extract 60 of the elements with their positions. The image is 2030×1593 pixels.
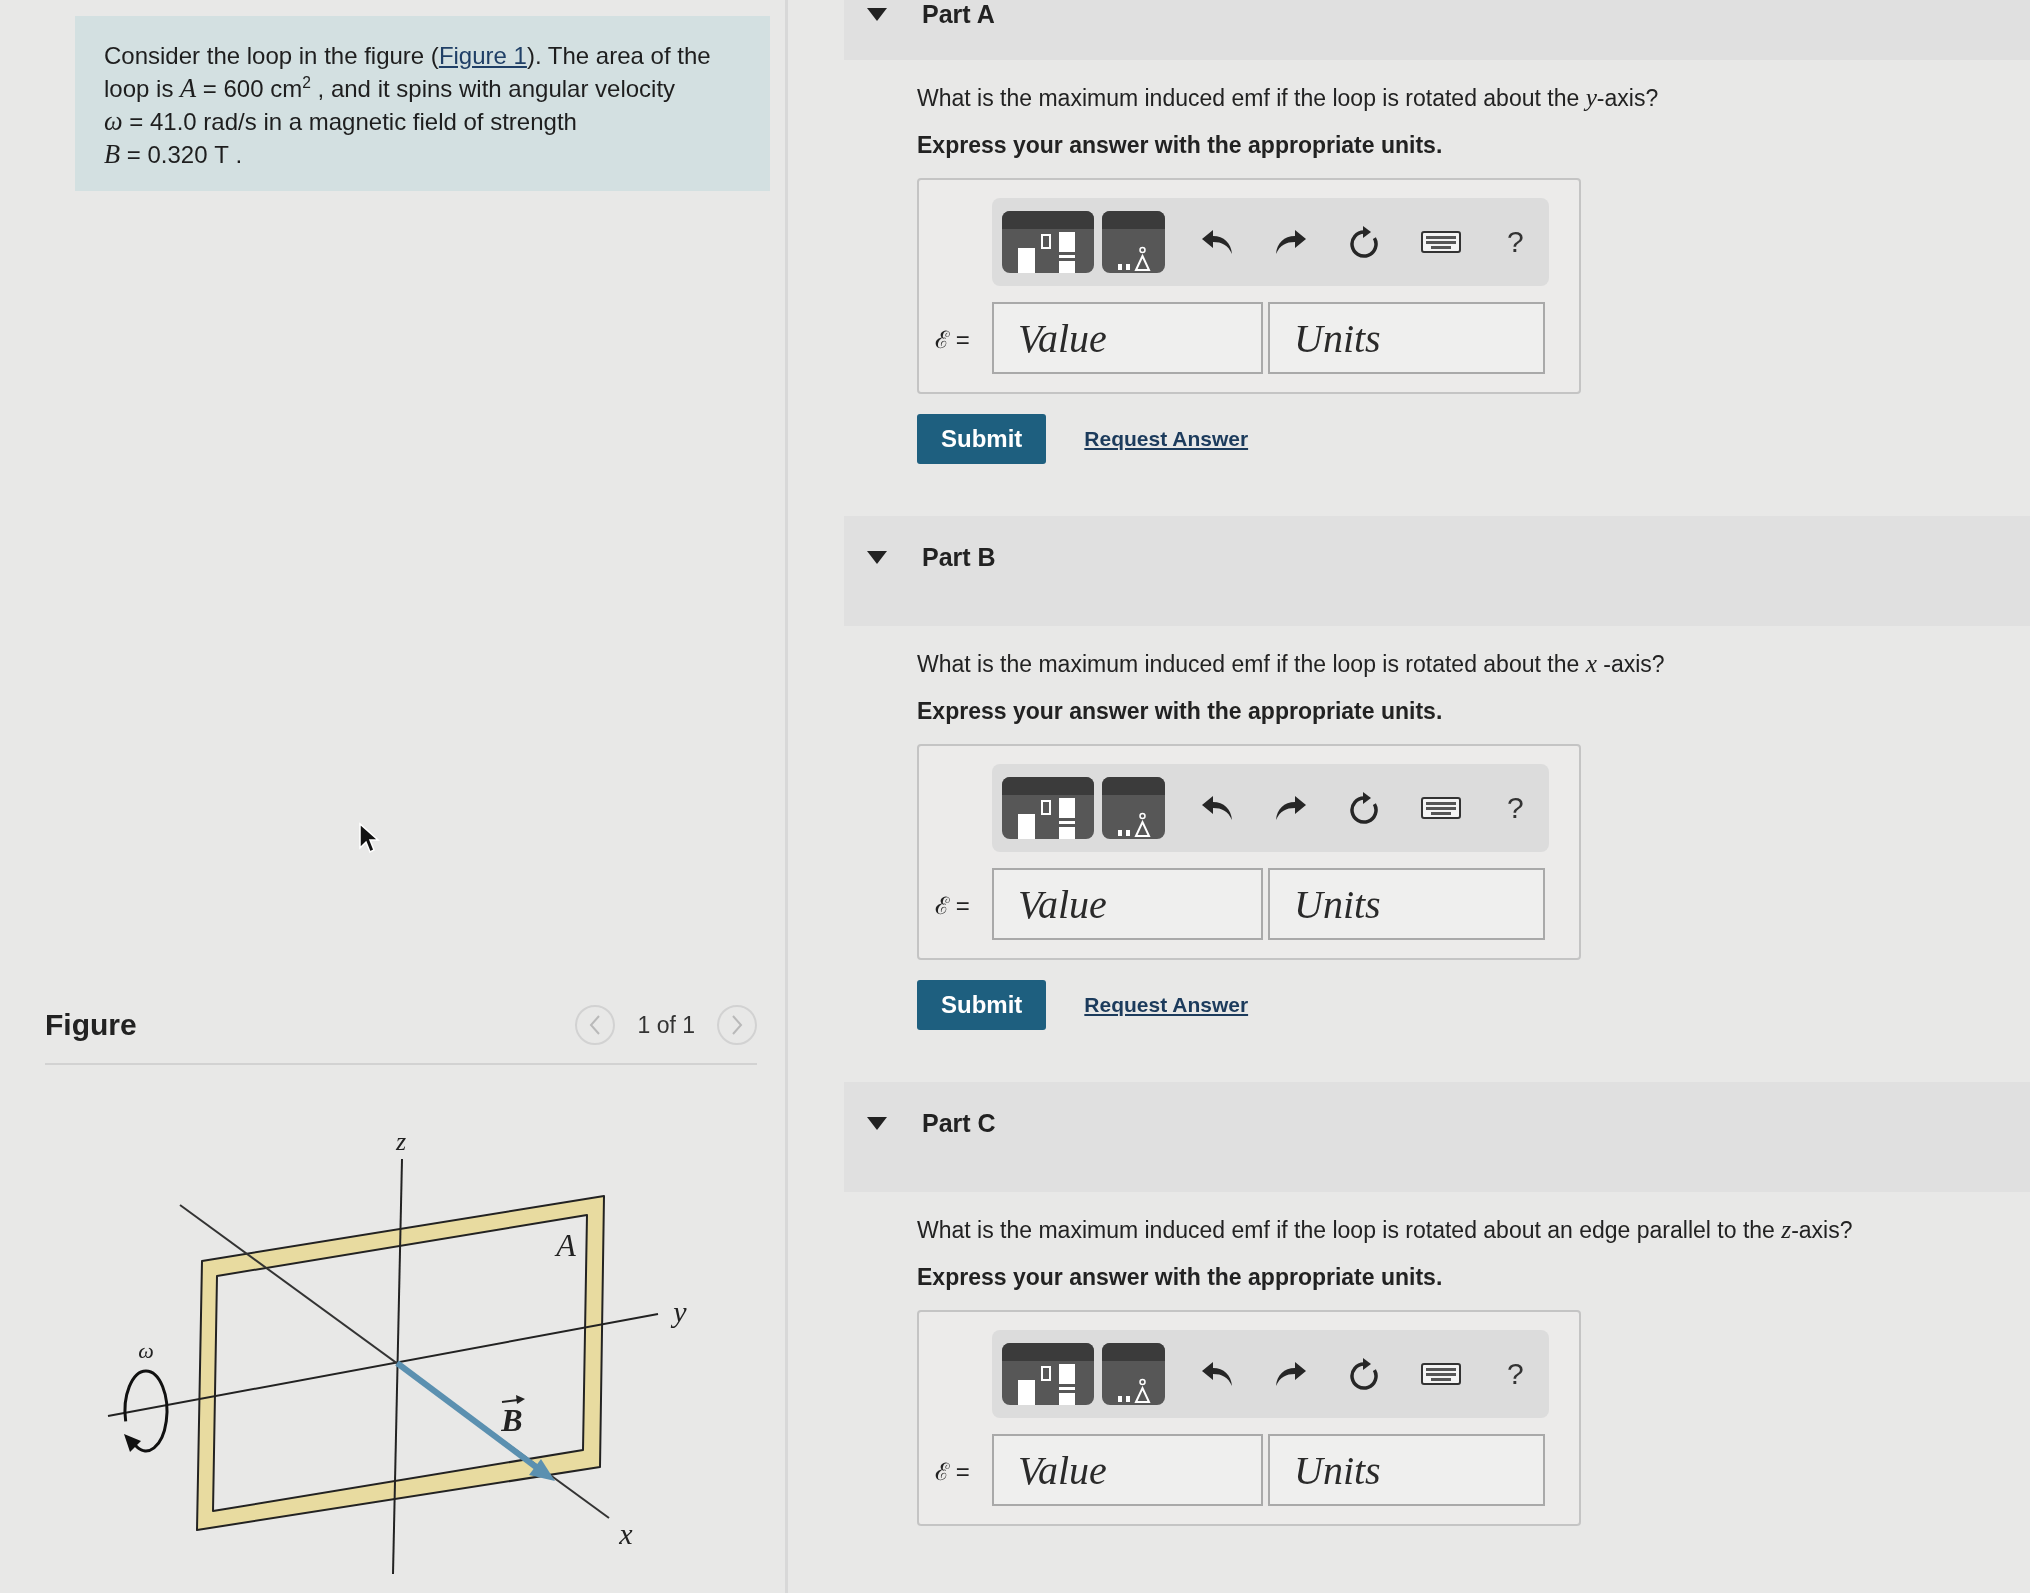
request-answer-link[interactable]: Request Answer [1084, 993, 1249, 1017]
help-button[interactable]: ? [1503, 791, 1528, 825]
z-axis-label: z [395, 1127, 407, 1156]
submit-button[interactable]: Submit [917, 414, 1047, 464]
emf-label: ℰ = [935, 1456, 971, 1487]
redo-icon[interactable] [1275, 229, 1307, 255]
part-title: Part C [922, 1109, 996, 1137]
reset-icon[interactable] [1349, 226, 1379, 258]
undo-icon[interactable] [1201, 795, 1233, 821]
figure-link[interactable]: Figure 1 [438, 42, 527, 69]
value-field[interactable]: Value [992, 868, 1263, 940]
template-blocks-icon[interactable] [1002, 1343, 1094, 1405]
help-button[interactable]: ? [1503, 1357, 1528, 1391]
template-blocks-icon[interactable] [1002, 211, 1094, 273]
value-field[interactable]: Value [992, 302, 1263, 374]
undo-icon[interactable] [1201, 1361, 1233, 1387]
field-label: B [501, 1402, 523, 1438]
emf-label: ℰ = [935, 324, 971, 355]
symbol-tile-icon[interactable] [1102, 777, 1165, 839]
figure-heading: Figure [45, 1008, 137, 1042]
page-counter: 1 of 1 [637, 1011, 695, 1039]
help-button[interactable]: ? [1503, 225, 1528, 259]
value-field[interactable]: Value [992, 1434, 1263, 1506]
part-title: Part A [922, 0, 995, 28]
units-field[interactable]: Units [1268, 1434, 1545, 1506]
units-field[interactable]: Units [1268, 302, 1545, 374]
submit-button[interactable]: Submit [917, 980, 1047, 1030]
instruction-text: Express your answer with the appropriate units. [917, 131, 1444, 160]
redo-icon[interactable] [1275, 795, 1307, 821]
area-label: A [556, 1227, 576, 1263]
keyboard-icon[interactable] [1421, 797, 1461, 819]
omega-label: ω [138, 1338, 154, 1363]
caret-icon[interactable] [867, 8, 887, 21]
keyboard-icon[interactable] [1421, 231, 1461, 253]
x-axis-label: x [619, 1517, 633, 1550]
caret-icon[interactable] [867, 551, 887, 564]
instruction-text: Express your answer with the appropriate units. [917, 1263, 1444, 1292]
reset-icon[interactable] [1349, 1358, 1379, 1390]
caret-icon[interactable] [867, 1117, 887, 1130]
mouse-pointer-icon [358, 822, 380, 854]
emf-label: ℰ = [935, 890, 971, 921]
symbol-tile-icon[interactable] [1102, 1343, 1165, 1405]
template-blocks-icon[interactable] [1002, 777, 1094, 839]
chevron-left-icon [589, 1015, 602, 1035]
units-field[interactable]: Units [1268, 868, 1545, 940]
part-title: Part B [922, 543, 996, 571]
reset-icon[interactable] [1349, 792, 1379, 824]
chevron-right-icon [731, 1015, 743, 1035]
redo-icon[interactable] [1275, 1361, 1307, 1387]
vector-arrow-icon [501, 1395, 525, 1404]
question-text: What is the maximum induced emf if the loop is rotated about the x -axis? [917, 648, 1666, 679]
problem-text: Consider the loop in the figure (Figure 1). The area of the loop is A = 600 cm$^{2}$ , and it spins with angular velocity ω = 41.0 rad/s in a magnetic field of strength B = 0.320 T . [75, 16, 770, 191]
keyboard-icon[interactable] [1421, 1363, 1461, 1385]
question-text: What is the maximum induced emf if the loop is rotated about an edge parallel to the z-axis? [917, 1214, 1854, 1245]
symbol-tile-icon[interactable] [1102, 211, 1165, 273]
y-axis-label: y [673, 1295, 687, 1328]
undo-icon[interactable] [1201, 229, 1233, 255]
request-answer-link[interactable]: Request Answer [1084, 427, 1249, 451]
instruction-text: Express your answer with the appropriate units. [917, 697, 1444, 726]
question-text: What is the maximum induced emf if the loop is rotated about the y-axis? [917, 82, 1660, 113]
